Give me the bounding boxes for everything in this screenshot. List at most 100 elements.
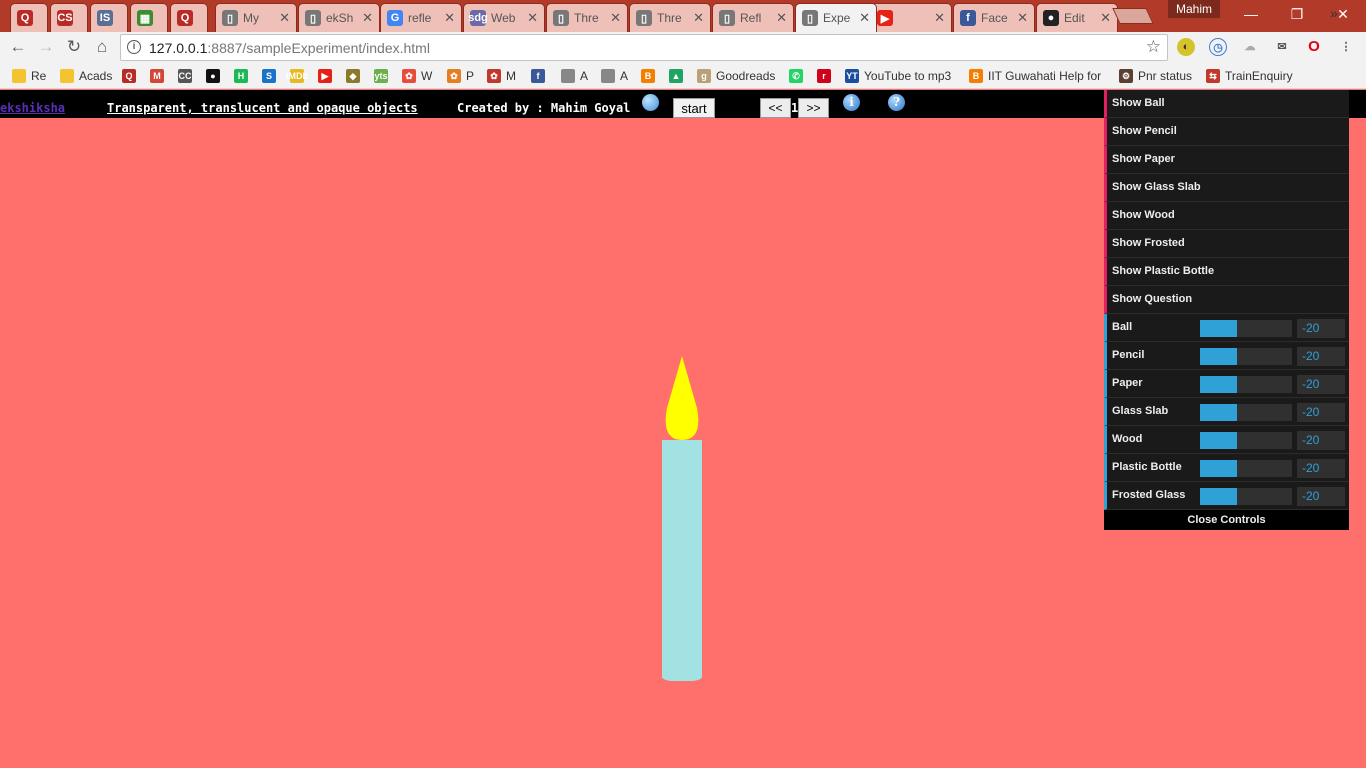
cloud-icon[interactable]: ☁ [1241,38,1259,56]
reload-icon[interactable]: ↻ [63,36,85,58]
bookmark-star-icon[interactable]: ☆ [1146,37,1161,57]
home-icon[interactable]: ⌂ [91,36,113,58]
site-home-link[interactable]: ekshiksha [0,101,65,115]
bookmark-item[interactable]: g Goodreads [697,67,775,85]
bookmark-item[interactable]: ⚙ Pnr status [1119,67,1192,85]
speed-dial-icon[interactable]: ◷ [1209,38,1227,56]
bookmark-item[interactable]: ● [206,67,225,85]
back-icon[interactable]: ← [7,36,29,58]
slider-track[interactable] [1200,348,1292,365]
bookmark-item[interactable]: ▶ [318,67,337,85]
browser-tab[interactable]: Q [10,3,48,32]
bookmark-item[interactable]: A [601,67,628,85]
new-tab-button[interactable] [1112,8,1154,24]
slider-value-input[interactable]: -20 [1297,487,1345,506]
address-bar[interactable]: i 127.0.0.1:8887/sampleExperiment/index.… [120,34,1168,61]
toggle-control[interactable]: Show Question [1104,286,1349,314]
bookmark-item[interactable]: Re [12,67,46,85]
restore-icon[interactable]: ❐ [1274,0,1320,28]
close-tab-icon[interactable]: ✕ [859,10,870,26]
start-button[interactable]: start [673,98,715,118]
extension-icon[interactable]: ◐ [1177,38,1195,56]
toggle-control[interactable]: Show Pencil [1104,118,1349,146]
browser-tab[interactable]: ▯ ekSh ✕ [298,3,380,32]
toggle-control[interactable]: Show Glass Slab [1104,174,1349,202]
more-bookmarks-icon[interactable]: » [1330,4,1338,22]
browser-tab[interactable]: sdg Web ✕ [463,3,545,32]
bookmark-item[interactable]: H [234,67,253,85]
forward-icon[interactable]: → [35,36,57,58]
slider-value-input[interactable]: -20 [1297,347,1345,366]
bookmark-item[interactable]: ▲ [669,67,688,85]
bookmark-item[interactable]: B [641,67,660,85]
browser-tab[interactable]: Q [170,3,208,32]
bookmark-item[interactable]: r [817,67,836,85]
slider-track[interactable] [1200,460,1292,477]
browser-tab[interactable]: IS [90,3,128,32]
bookmark-item[interactable]: YT YouTube to mp3 [845,67,951,85]
profile-button[interactable]: Mahim [1168,0,1220,18]
bookmark-item[interactable]: M [150,67,169,85]
mail-icon[interactable]: ✉ [1273,38,1291,56]
browser-tab[interactable]: ▶ ✕ [870,3,952,32]
close-tab-icon[interactable]: ✕ [934,10,945,26]
close-tab-icon[interactable]: ✕ [527,10,538,26]
close-tab-icon[interactable]: ✕ [693,10,704,26]
opera-icon[interactable]: O [1305,38,1323,56]
bookmark-item[interactable]: ✆ [789,67,808,85]
toggle-control[interactable]: Show Paper [1104,146,1349,174]
browser-tab[interactable]: ▯ Thre ✕ [546,3,628,32]
slider-value-input[interactable]: -20 [1297,375,1345,394]
browser-tab[interactable]: ● Edit ✕ [1036,3,1118,32]
bookmark-item[interactable]: ◆ [346,67,365,85]
bookmark-item[interactable]: ✿ W [402,67,432,85]
close-tab-icon[interactable]: ✕ [610,10,621,26]
toggle-control[interactable]: Show Wood [1104,202,1349,230]
close-window-icon[interactable]: ✕ [1320,0,1366,28]
slider-track[interactable] [1200,376,1292,393]
browser-tab[interactable]: f Face ✕ [953,3,1035,32]
slider-track[interactable] [1200,404,1292,421]
browser-tab[interactable]: CS [50,3,88,32]
close-tab-icon[interactable]: ✕ [1100,10,1111,26]
info-icon[interactable]: i [843,94,860,111]
menu-icon[interactable]: ⋮ [1337,38,1355,56]
bookmark-item[interactable]: S [262,67,281,85]
site-info-icon[interactable]: i [127,40,141,54]
slider-value-input[interactable]: -20 [1297,319,1345,338]
experiment-title-link[interactable]: Transparent, translucent and opaque obje… [107,101,418,115]
browser-tab[interactable]: ▯ My ✕ [215,3,297,32]
browser-tab[interactable]: ▯ Expe ✕ [795,3,877,32]
bookmark-item[interactable]: yts [374,67,393,85]
browser-tab[interactable]: ▯ Thre ✕ [629,3,711,32]
bookmark-item[interactable]: CC [178,67,197,85]
slider-value-input[interactable]: -20 [1297,459,1345,478]
slider-value-input[interactable]: -20 [1297,431,1345,450]
close-tab-icon[interactable]: ✕ [444,10,455,26]
bookmark-item[interactable]: A [561,67,588,85]
bookmark-item[interactable]: B IIT Guwahati Help for [969,67,1101,85]
toggle-control[interactable]: Show Frosted [1104,230,1349,258]
bookmark-item[interactable]: Q [122,67,141,85]
bookmark-item[interactable]: IMDb [286,67,309,85]
close-tab-icon[interactable]: ✕ [279,10,290,26]
help-icon[interactable]: ? [888,94,905,111]
url-text[interactable]: 127.0.0.1:8887/sampleExperiment/index.ht… [149,40,430,56]
browser-tab[interactable]: ▦ [130,3,168,32]
close-tab-icon[interactable]: ✕ [362,10,373,26]
browser-tab[interactable]: ▯ Refl ✕ [712,3,794,32]
browser-tab[interactable]: Grefle ✕ [380,3,462,32]
slider-track[interactable] [1200,432,1292,449]
bookmark-item[interactable]: ✿ P [447,67,474,85]
slider-track[interactable] [1200,320,1292,337]
close-tab-icon[interactable]: ✕ [776,10,787,26]
next-page-button[interactable]: >> [798,98,829,118]
toggle-control[interactable]: Show Ball [1104,90,1349,118]
close-controls-button[interactable]: Close Controls [1104,510,1349,530]
previous-page-button[interactable]: << [760,98,791,118]
toggle-control[interactable]: Show Plastic Bottle [1104,258,1349,286]
slider-track[interactable] [1200,488,1292,505]
bookmark-item[interactable]: Acads [60,67,112,85]
bookmark-item[interactable]: ⇆ TrainEnquiry [1206,67,1293,85]
bookmark-item[interactable]: ✿ M [487,67,516,85]
